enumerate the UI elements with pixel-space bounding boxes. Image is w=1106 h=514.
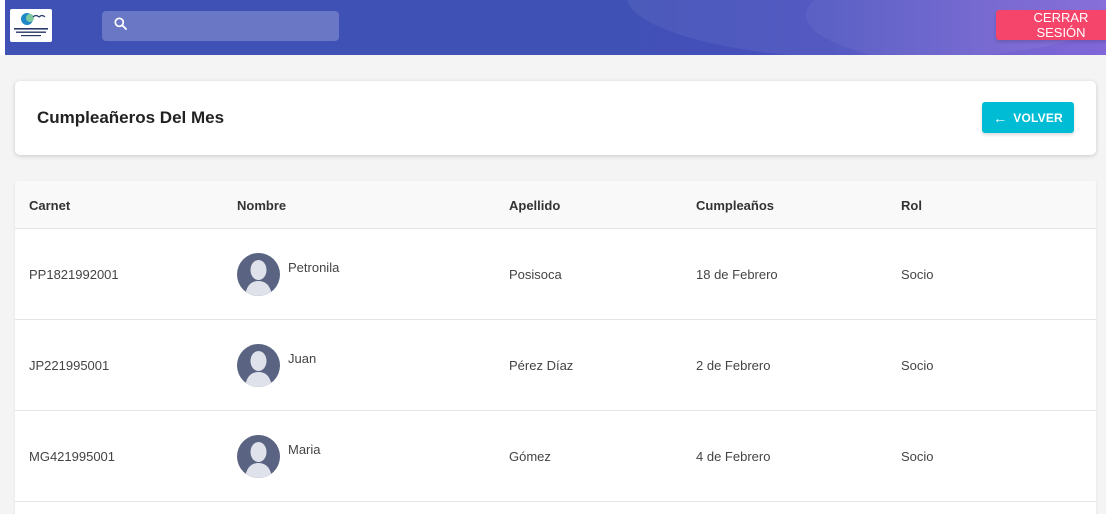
cell-nombre: Maria	[288, 442, 321, 457]
page-title: Cumpleañeros Del Mes	[37, 108, 225, 127]
cell-apellido: Gómez	[509, 449, 551, 464]
cell-rol: Socio	[901, 358, 934, 373]
column-header-rol[interactable]: Rol	[901, 198, 922, 213]
cell-nombre: Juan	[288, 351, 317, 366]
user-avatar-icon	[237, 253, 280, 296]
app-logo[interactable]	[10, 9, 52, 42]
cell-nombre: Petronila	[288, 260, 340, 275]
cell-cumpleanos: 2 de Febrero	[696, 358, 771, 373]
page-header-card: Cumpleañeros Del Mes ← VOLVER	[15, 81, 1096, 155]
user-avatar-icon	[237, 435, 280, 478]
cell-cumpleanos: 18 de Febrero	[696, 267, 778, 282]
cell-carnet: MG421995001	[29, 449, 116, 464]
search-icon	[114, 17, 127, 35]
birthdays-table: Carnet Nombre Apellido Cumpleaños Rol PP…	[15, 181, 1096, 514]
cell-carnet: JP221995001	[29, 358, 110, 373]
back-button[interactable]: ← VOLVER	[982, 102, 1074, 133]
table-header: Carnet Nombre Apellido Cumpleaños Rol	[15, 181, 1096, 229]
cell-cumpleanos: 4 de Febrero	[696, 449, 771, 464]
column-header-apellido[interactable]: Apellido	[509, 198, 560, 213]
cell-apellido: Pérez Díaz	[509, 358, 574, 373]
top-navbar: CERRAR SESIÓN	[0, 0, 1106, 55]
table-row[interactable]: PP1821992001 Petronila Posisoca 18 de Fe…	[15, 229, 1096, 320]
back-button-label: VOLVER	[1013, 110, 1063, 125]
column-header-carnet[interactable]: Carnet	[29, 198, 70, 213]
cell-rol: Socio	[901, 267, 934, 282]
search-box[interactable]	[102, 11, 339, 41]
cell-apellido: Posisoca	[509, 267, 562, 282]
cell-rol: Socio	[901, 449, 934, 464]
cell-carnet: PP1821992001	[29, 267, 119, 282]
table-row[interactable]: JP221995001 Juan Pérez Díaz 2 de Febrero…	[15, 320, 1096, 411]
search-input[interactable]	[138, 11, 333, 41]
arrow-left-icon: ←	[993, 109, 1008, 126]
logout-button[interactable]: CERRAR SESIÓN	[996, 10, 1106, 40]
column-header-nombre[interactable]: Nombre	[237, 198, 286, 213]
user-avatar-icon	[237, 344, 280, 387]
column-header-cumpleanos[interactable]: Cumpleaños	[696, 198, 774, 213]
table-row[interactable]: MG421995001 Maria Gómez 4 de Febrero Soc…	[15, 411, 1096, 502]
